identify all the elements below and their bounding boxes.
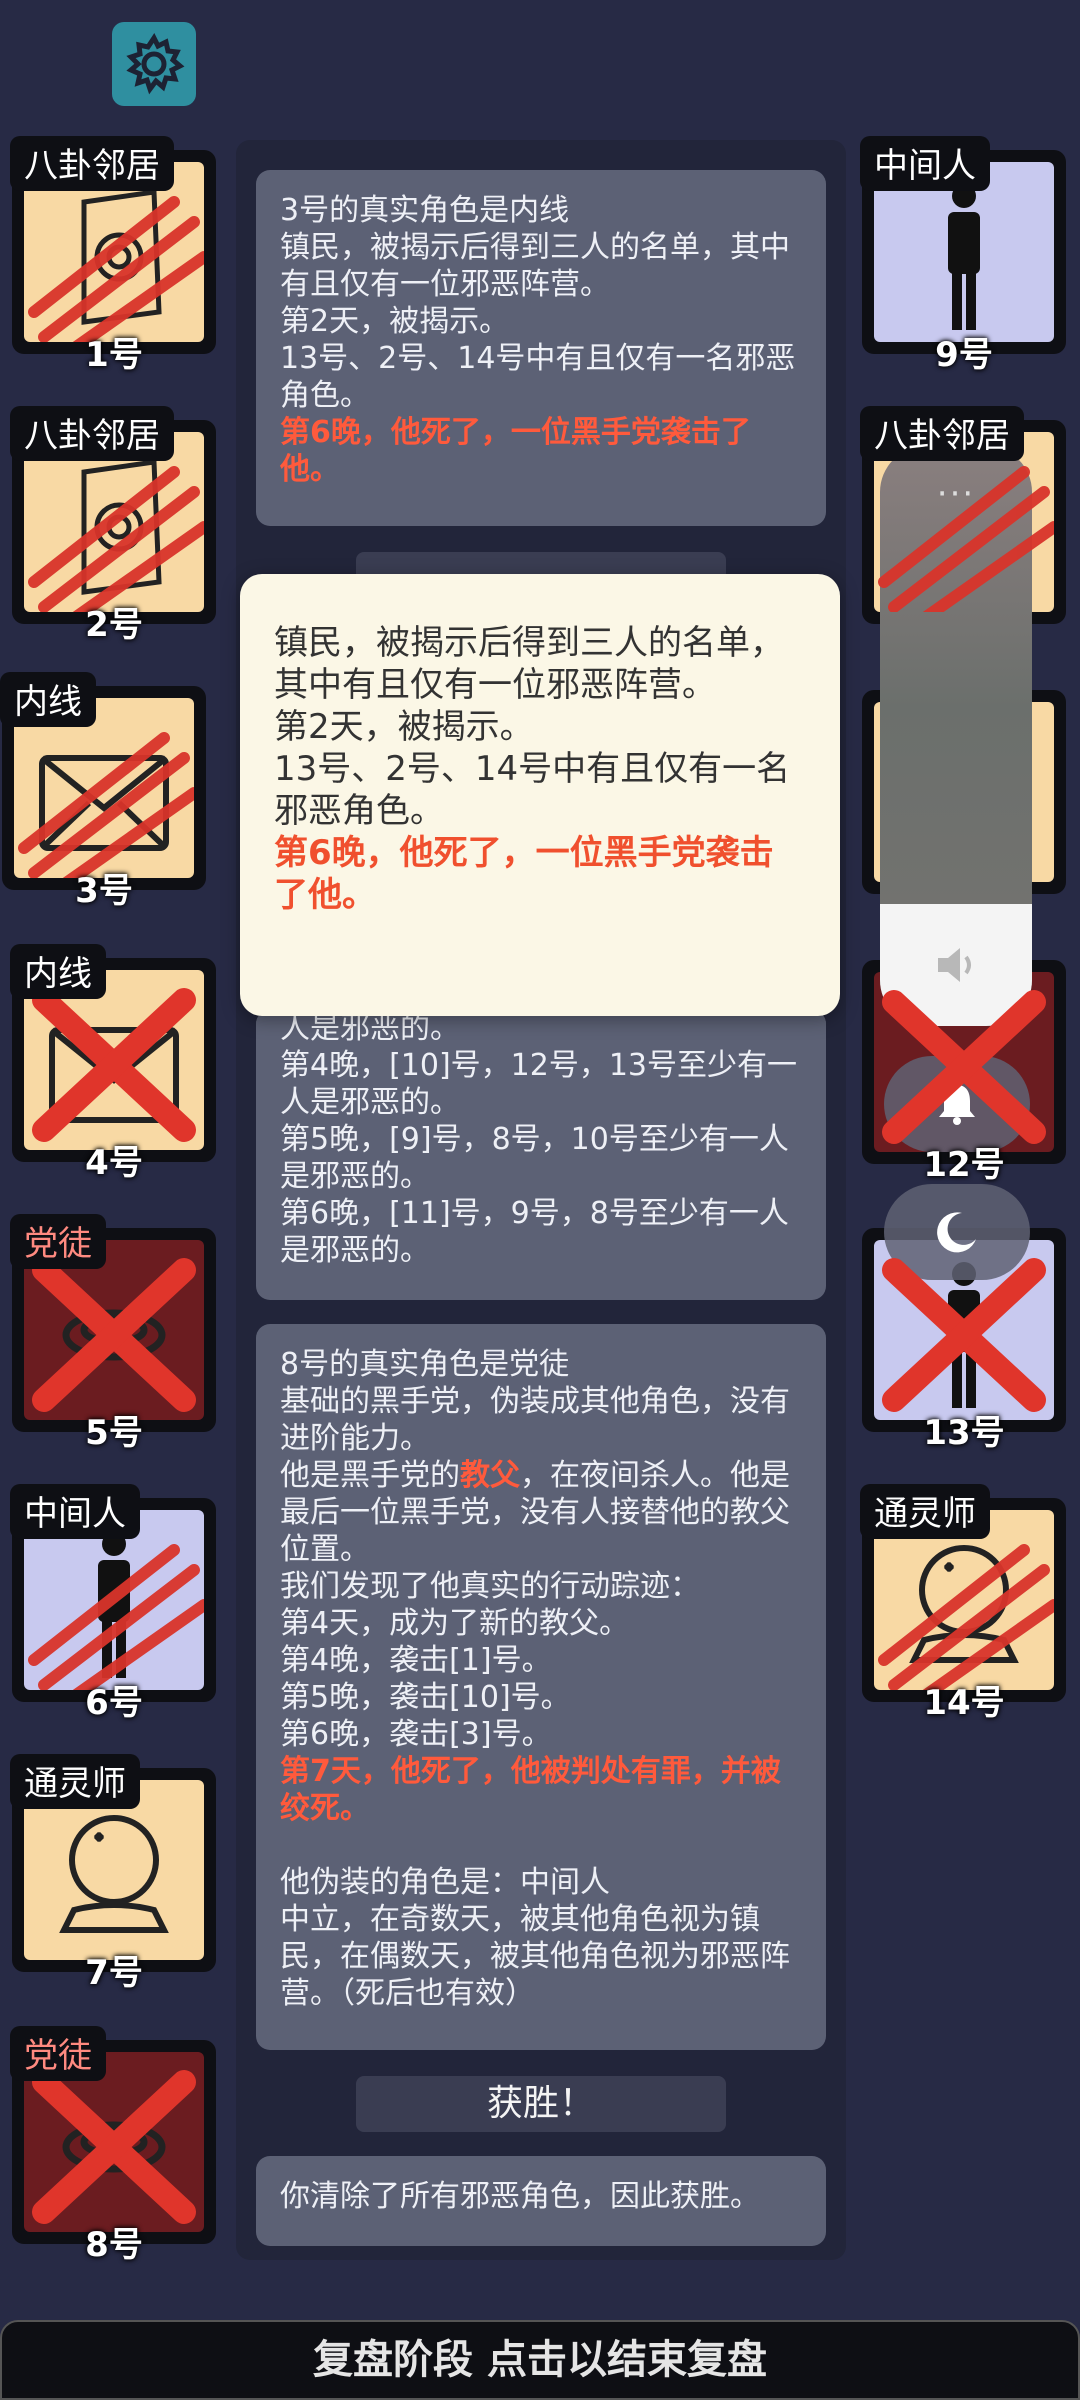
player-portrait bbox=[874, 1240, 1054, 1420]
log-line: 他是黑手党的教父，在夜间杀人。他是最后一位黑手党，没有人接替他的教父位置。 bbox=[280, 1458, 790, 1567]
player-role-label: 内线 bbox=[10, 944, 106, 999]
player-card[interactable]: 八卦邻居 1号 bbox=[10, 136, 216, 375]
death-line: 第6晚，他死了，一位黑手党袭击了他。 bbox=[280, 415, 751, 487]
log-line: 3号的真实角色是内线 bbox=[280, 193, 570, 228]
player-number: 1号 bbox=[85, 335, 143, 375]
player-card[interactable]: 通灵师 7号 bbox=[10, 1754, 216, 1993]
eliminated-cross-icon bbox=[882, 1258, 1046, 1412]
win-text: 你清除了所有邪恶角色，因此获胜。 bbox=[256, 2156, 826, 2246]
player-role-label: 党徒 bbox=[10, 1214, 106, 1269]
player-role-label: 八卦邻居 bbox=[10, 136, 174, 191]
log-line: 8号的真实角色是党徒 bbox=[280, 1347, 570, 1382]
log-line: 他伪装的角色是：中间人 bbox=[280, 1865, 610, 1900]
player-role-label: 通灵师 bbox=[860, 1484, 990, 1539]
log-line: 第4晚，袭击[1]号。 bbox=[280, 1643, 552, 1678]
player-card[interactable]: 党徒 8号 bbox=[10, 2026, 216, 2265]
player-number: 7号 bbox=[85, 1953, 143, 1993]
death-line: 第7天，他死了，他被判处有罪，并被绞死。 bbox=[280, 1754, 781, 1826]
settings-button[interactable] bbox=[112, 22, 196, 106]
log-line: 我们发现了他真实的行动踪迹： bbox=[280, 1569, 700, 1604]
player-number: 14号 bbox=[923, 1683, 1005, 1723]
popup-line: 13号、2号、14号中有且仅有一名邪恶角色。 bbox=[274, 749, 791, 831]
popup-death-line: 第6晚，他死了，一位黑手党袭击了他。 bbox=[274, 833, 774, 915]
player-card[interactable]: 中间人 6号 bbox=[10, 1484, 216, 1723]
player-card[interactable]: 党徒 5号 bbox=[10, 1214, 216, 1453]
log-line: 第4天，成为了新的教父。 bbox=[280, 1606, 630, 1641]
player-number: 4号 bbox=[85, 1143, 143, 1183]
gear-icon bbox=[126, 33, 185, 95]
log-entry-tail: 人是邪恶的。 第4晚，[10]号，12号，13号至少有一人是邪恶的。 第5晚，[… bbox=[256, 1010, 826, 1296]
player-number: 6号 bbox=[85, 1683, 143, 1723]
log-line: 你清除了所有邪恶角色，因此获胜。 bbox=[280, 2179, 760, 2214]
claw-mark-icon bbox=[874, 702, 1054, 882]
log-line: 第5晚，袭击[10]号。 bbox=[280, 1680, 571, 1715]
player-role-label: 内线 bbox=[0, 672, 96, 727]
win-title: 获胜！ bbox=[356, 2076, 726, 2132]
player-card[interactable]: 内线 3号 bbox=[0, 672, 206, 911]
log-line: 中立，在奇数天，被其他角色视为镇民，在偶数天，被其他角色视为邪恶阵营。（死后也有… bbox=[280, 1902, 790, 2011]
log-line: 基础的黑手党，伪装成其他角色，没有进阶能力。 bbox=[280, 1384, 790, 1456]
log-entry: 3号的真实角色是内线 镇民，被揭示后得到三人的名单，其中有且仅有一位邪恶阵营。 … bbox=[256, 170, 826, 526]
end-review-bar[interactable]: 复盘阶段 点击以结束复盘 bbox=[0, 2320, 1080, 2400]
highlight-text: 教父 bbox=[460, 1458, 520, 1493]
player-portrait bbox=[874, 972, 1054, 1152]
log-entry: 8号的真实角色是党徒 基础的黑手党，伪装成其他角色，没有进阶能力。 他是黑手党的… bbox=[256, 1324, 826, 2050]
player-number: 13号 bbox=[923, 1413, 1005, 1453]
player-role-label: 八卦邻居 bbox=[860, 406, 1024, 461]
player-number: 2号 bbox=[85, 605, 143, 645]
log-line: 镇民，被揭示后得到三人的名单，其中有且仅有一位邪恶阵营。 bbox=[280, 230, 790, 302]
player-number: 12号 bbox=[923, 1145, 1005, 1185]
player-number: 8号 bbox=[85, 2225, 143, 2265]
player-card[interactable]: 13号 bbox=[862, 1228, 1066, 1453]
player-number: 9号 bbox=[935, 335, 993, 375]
player-role-label: 通灵师 bbox=[10, 1754, 140, 1809]
player-role-label: 中间人 bbox=[10, 1484, 140, 1539]
log-line: 13号、2号、14号中有且仅有一名邪恶角色。 bbox=[280, 341, 796, 413]
log-line: 第6晚，[11]号，9号，8号至少有一人是邪恶的。 bbox=[280, 1196, 789, 1268]
player-card[interactable] bbox=[862, 690, 1066, 894]
player-role-label: 八卦邻居 bbox=[10, 406, 174, 461]
player-card[interactable]: 通灵师 14号 bbox=[860, 1484, 1066, 1723]
player-card[interactable]: 中间人 9号 bbox=[860, 136, 1066, 375]
player-role-label: 中间人 bbox=[860, 136, 990, 191]
popup-line: 第2天，被揭示。 bbox=[274, 707, 534, 747]
player-number: 3号 bbox=[75, 871, 133, 911]
log-line: 第5晚，[9]号，8号，10号至少有一人是邪恶的。 bbox=[280, 1122, 789, 1194]
eliminated-cross-icon bbox=[882, 990, 1046, 1144]
log-line: 第2天，被揭示。 bbox=[280, 304, 510, 339]
player-role-label: 党徒 bbox=[10, 2026, 106, 2081]
player-portrait bbox=[874, 702, 1054, 882]
player-card[interactable]: 12号 bbox=[862, 960, 1066, 1185]
role-detail-popup[interactable]: 镇民，被揭示后得到三人的名单，其中有且仅有一位邪恶阵营。 第2天，被揭示。 13… bbox=[240, 574, 840, 1016]
player-card[interactable]: 八卦邻居 2号 bbox=[10, 406, 216, 645]
player-card[interactable]: 八卦邻居 bbox=[860, 406, 1066, 624]
player-number: 5号 bbox=[85, 1413, 143, 1453]
popup-line: 镇民，被揭示后得到三人的名单，其中有且仅有一位邪恶阵营。 bbox=[274, 623, 784, 705]
log-line: 第4晚，[10]号，12号，13号至少有一人是邪恶的。 bbox=[280, 1048, 798, 1120]
log-line: 第6晚，袭击[3]号。 bbox=[280, 1717, 552, 1752]
player-card[interactable]: 内线 4号 bbox=[10, 944, 216, 1183]
